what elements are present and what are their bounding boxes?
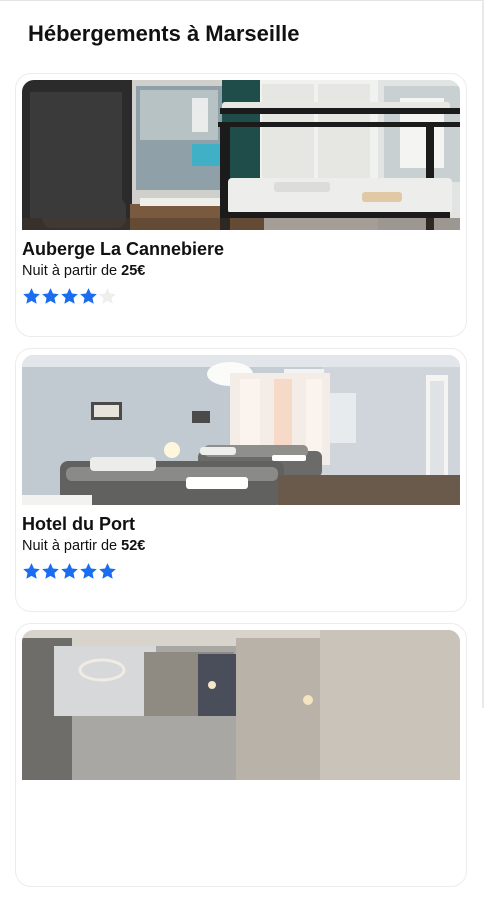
listing-price: Nuit à partir de 25€ xyxy=(22,262,145,280)
star-filled-icon xyxy=(80,563,97,579)
star-filled-icon xyxy=(61,288,78,304)
star-filled-icon xyxy=(23,288,40,304)
listing-photo[interactable] xyxy=(22,80,460,230)
page-title: Hébergements à Marseille xyxy=(28,21,300,46)
hotel-twin-room-photo xyxy=(22,355,460,505)
price-prefix: Nuit à partir de xyxy=(22,538,118,554)
price-value: 52€ xyxy=(121,538,146,554)
star-filled-icon xyxy=(23,563,40,579)
star-empty-icon xyxy=(99,288,116,304)
listing-price: Nuit à partir de 52€ xyxy=(22,537,145,555)
hostel-dorm-bunk-beds-photo xyxy=(22,80,460,230)
hotel-room-photo xyxy=(22,630,460,780)
star-rating xyxy=(22,562,117,582)
star-filled-icon xyxy=(42,288,59,304)
star-filled-icon xyxy=(99,563,116,579)
listing-card[interactable]: Auberge La Cannebiere Nuit à partir de 2… xyxy=(15,73,467,337)
listing-name[interactable]: Auberge La Cannebiere xyxy=(22,238,224,260)
listing-card[interactable] xyxy=(15,623,467,887)
star-filled-icon xyxy=(42,563,59,579)
star-rating xyxy=(22,287,117,307)
listing-photo[interactable] xyxy=(22,355,460,505)
star-filled-icon xyxy=(80,288,97,304)
top-divider xyxy=(0,0,484,1)
price-prefix: Nuit à partir de xyxy=(22,263,118,279)
price-value: 25€ xyxy=(121,263,146,279)
star-filled-icon xyxy=(61,563,78,579)
listing-card[interactable]: Hotel du Port Nuit à partir de 52€ xyxy=(15,348,467,612)
listing-list: Auberge La Cannebiere Nuit à partir de 2… xyxy=(15,73,467,898)
listing-photo[interactable] xyxy=(22,630,460,780)
listing-name[interactable]: Hotel du Port xyxy=(22,513,135,535)
